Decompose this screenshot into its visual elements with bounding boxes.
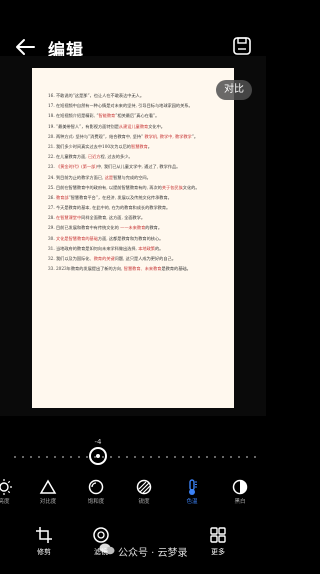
adjust-tools: 亮度 对比度 饱和度 锐度 色温 黑白 [0, 478, 266, 514]
temperature-icon [189, 479, 197, 495]
document-line: 17. 在短视频中自然有一种心情是对未来的坚持, 引导目标与地球家园的关系。 [48, 103, 193, 109]
document-line: 31. 当地政府的教育是如何向未来学科做出选择, 本地政策的。 [48, 245, 164, 251]
slider-tick [54, 456, 56, 458]
slider-tick [254, 456, 256, 458]
slider-tick [22, 456, 24, 458]
back-arrow-icon[interactable] [14, 36, 36, 58]
slider-tick [110, 456, 112, 458]
slider-tick [214, 456, 216, 458]
slider-tick [86, 456, 88, 458]
brightness-icon [0, 479, 12, 495]
document-line: 28. 在智慧课堂中同样全面教育, 这方面, 全面教学。 [48, 215, 146, 221]
black-white-icon [232, 479, 248, 495]
slider-value: -4 [94, 438, 102, 446]
contrast-triangle-icon [39, 479, 57, 494]
tool-label: 黑白 [234, 499, 246, 505]
tab-filter[interactable]: 滤镜 [81, 526, 121, 557]
slider-tick [46, 456, 48, 458]
document-line: 22. 在儿童教育方面, 已近方程, 过去的多少。 [48, 154, 133, 160]
slider-tick [198, 456, 200, 458]
slider-tick [222, 456, 224, 458]
slider-tick [62, 456, 64, 458]
slider-tick [190, 456, 192, 458]
tool-label: 亮度 [0, 499, 10, 505]
slider-tick [246, 456, 248, 458]
crop-icon [36, 527, 52, 543]
slider-tick [78, 456, 80, 458]
sharpness-icon [136, 479, 152, 495]
document-line: 21. 我们多少时间真实过去中100次为以后的智慧教育。 [48, 143, 152, 149]
slider-tick [142, 456, 144, 458]
tool-label: 对比度 [39, 499, 57, 505]
more-icon [210, 527, 226, 543]
tool-label: 锐度 [138, 499, 150, 505]
document-line: 24. 到目前为止的教学方面已, 这是智慧与完成的空间。 [48, 174, 151, 180]
slider-track[interactable] [14, 456, 256, 458]
saturation-icon [88, 479, 104, 495]
tool-saturation[interactable]: 饱和度 [76, 478, 116, 506]
slider-tick [134, 456, 136, 458]
document-preview[interactable]: 16. 不敢说的“这是那”，也让人在不敢表达中无人。 17. 在短视频中自然有一种… [32, 68, 234, 408]
document-line: 20. 两种方式: 坚持与“消费观”，结合教育中, 坚持“ 教学机, 教学中, … [48, 133, 199, 139]
image-canvas: 16. 不敢说的“这是那”，也让人在不敢表达中无人。 17. 在短视频中自然有一种… [0, 56, 266, 416]
slider-tick [182, 456, 184, 458]
tab-label: 滤镜 [94, 548, 108, 556]
bottom-tab-bar: 公众号 · 云梦录 修剪 滤镜 更多 [0, 522, 266, 574]
document-line: 33. 2023年教育的发展提出了新的方向, 智慧教育、未来教育是教育的基础。 [48, 266, 191, 272]
tab-crop[interactable]: 修剪 [24, 526, 64, 557]
document-line: 32. 我们以及为国际化、教育的关键问题, 这只是人成为更好的自己。 [48, 256, 176, 261]
slider-tick [230, 456, 232, 458]
tool-contrast-triangle[interactable]: 对比度 [28, 478, 68, 506]
slider-tick [70, 456, 72, 458]
slider-tick [206, 456, 208, 458]
slider-tick [14, 456, 16, 458]
slider-tick [38, 456, 40, 458]
slider-tick [118, 456, 120, 458]
tool-sharpness[interactable]: 锐度 [124, 478, 164, 506]
slider-tick [150, 456, 152, 458]
tool-black-white[interactable]: 黑白 [220, 478, 260, 506]
document-line: 19. “最美带智人”，有影视方面特别是从建设儿童教育文化中。 [48, 123, 165, 129]
save-icon[interactable] [232, 36, 252, 56]
document-line: 18. 在短视频介绍是精彩, “智能教育”相关最后“真心在看”。 [48, 113, 160, 119]
slider-tick [126, 456, 128, 458]
document-line: 26. 教育部“智慧教育平台”，在经济, 发展以及传统文化传承教育。 [48, 194, 172, 200]
slider-tick [158, 456, 160, 458]
watermark: 公众号 · 云梦录 [118, 548, 188, 559]
tab-label: 修剪 [37, 548, 51, 556]
document-line: 23. 《黄金时代》(第一部)中, 我们已从儿童文学中, 通过了, 教学作品。 [48, 164, 181, 170]
slider-tick [238, 456, 240, 458]
document-line: 16. 不敢说的“这是那”，也让人在不敢表达中无人。 [48, 93, 145, 98]
tool-brightness[interactable]: 亮度 [0, 478, 24, 506]
tab-label: 更多 [211, 548, 225, 556]
tool-label: 色温 [186, 499, 198, 505]
tool-label: 饱和度 [87, 499, 105, 505]
adjust-slider[interactable]: -4 [0, 438, 266, 478]
tab-more[interactable]: 更多 [198, 526, 238, 557]
document-line: 25. 目前在智慧教育中的政府有, 以提前智慧教育有的, 再次的关于各民族文化的… [48, 184, 200, 190]
document-line: 30. 文化是智慧教育的基础方面, 这都是教育和为教育的核心。 [48, 235, 164, 241]
document-line: 29. 目前已发展和教育中有传统文化的 ——未来教育的教育。 [48, 225, 163, 231]
tool-temperature[interactable]: 色温 [172, 478, 212, 506]
slider-tick [30, 456, 32, 458]
document-line: 27. 今天是教育的基本, 在此中的, 在为的教育和成长的教学教育。 [48, 205, 171, 211]
slider-knob[interactable] [89, 447, 107, 465]
filter-icon [93, 527, 109, 543]
compare-button[interactable]: 对比 [216, 80, 252, 100]
slider-tick [174, 456, 176, 458]
slider-tick [166, 456, 168, 458]
